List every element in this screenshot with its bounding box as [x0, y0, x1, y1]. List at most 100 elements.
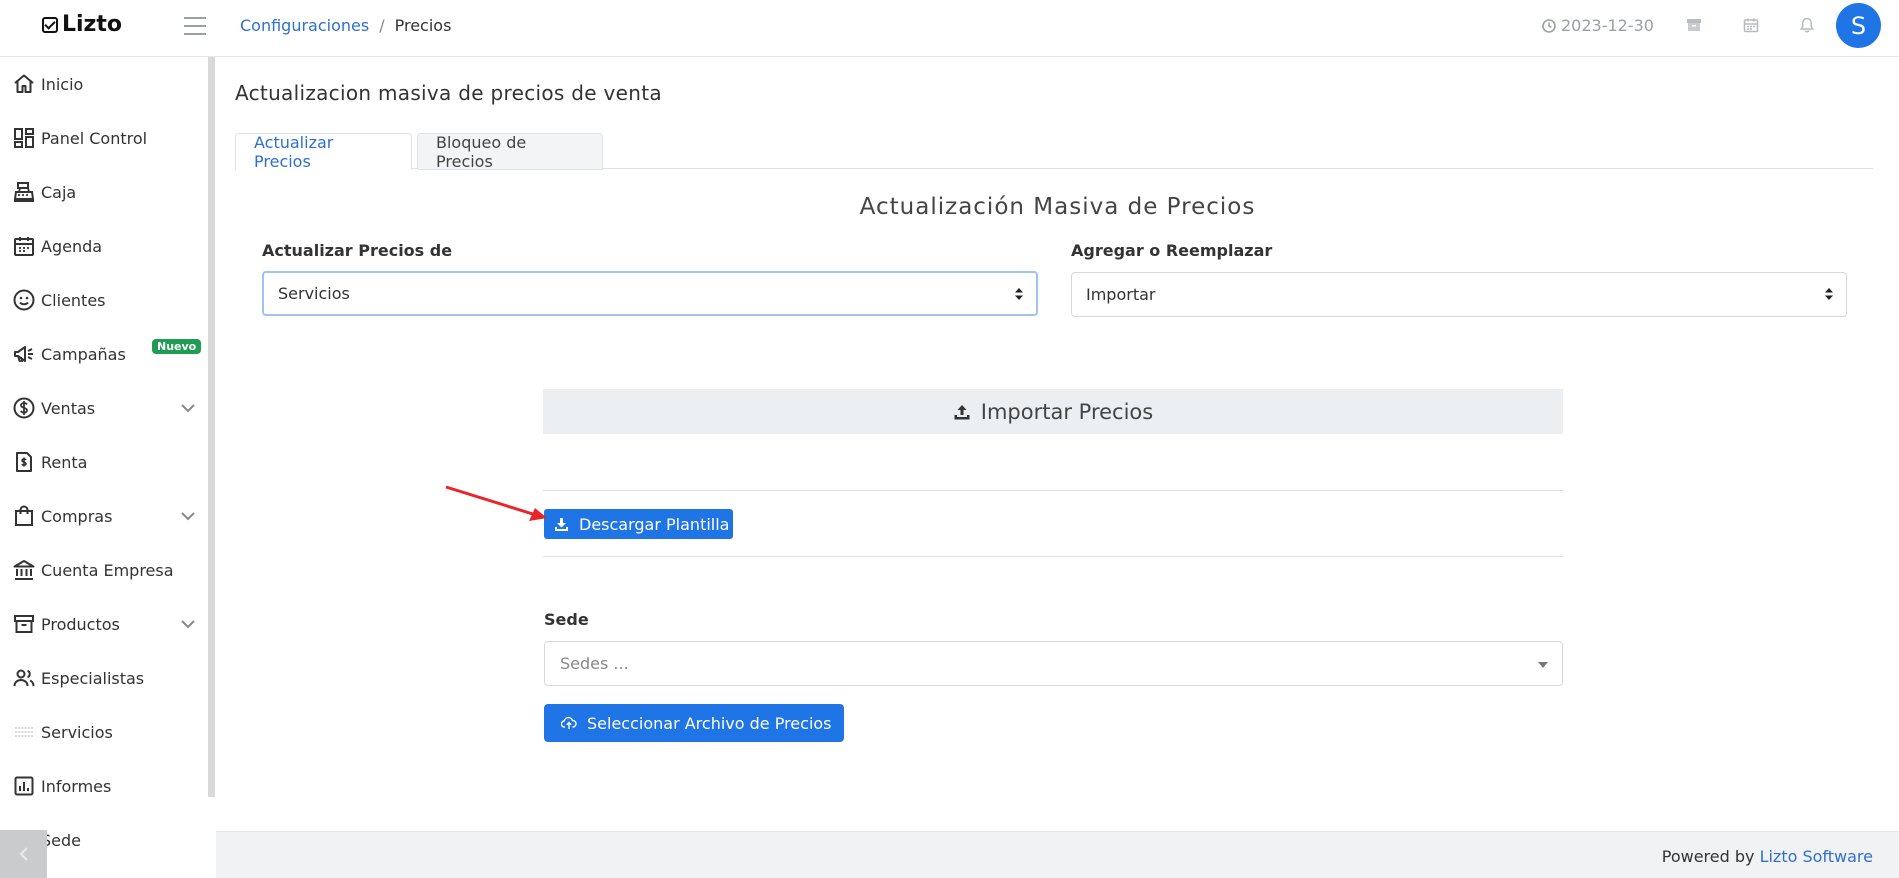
sidebar-collapse-button[interactable]: [0, 830, 47, 878]
sidebar: Inicio Panel Control Caja Agenda Cliente…: [0, 57, 210, 878]
bar-chart-icon: [14, 776, 34, 796]
sidebar-item-panel-control[interactable]: Panel Control: [0, 118, 205, 158]
chevron-down-icon[interactable]: [180, 400, 196, 416]
download-template-label: Descargar Plantilla: [579, 514, 730, 534]
sidebar-item-label: Ventas: [41, 398, 96, 418]
cash-register-icon: [13, 182, 35, 202]
footer-brand-link[interactable]: Lizto Software: [1760, 847, 1873, 866]
sidebar-item-label: Clientes: [41, 290, 106, 310]
sidebar-item-ventas[interactable]: Ventas: [0, 388, 205, 428]
receipt-icon: [16, 452, 32, 472]
footer-prefix: Powered by: [1661, 847, 1755, 866]
archive-box-icon: [14, 615, 34, 633]
breadcrumb: Configuraciones / Precios: [240, 16, 451, 35]
section-title: Actualización Masiva de Precios: [859, 194, 1256, 220]
update-prices-of-value: Servicios: [278, 284, 350, 303]
tab-bloqueo-de-precios[interactable]: Bloqueo de Precios: [417, 133, 603, 171]
tab-bar: Actualizar Precios Bloqueo de Precios: [235, 133, 1873, 171]
add-or-replace-value: Importar: [1086, 285, 1156, 304]
smiley-icon: [13, 289, 35, 311]
sidebar-item-label: Compras: [41, 506, 113, 526]
sidebar-item-label: Especialistas: [41, 668, 145, 688]
breadcrumb-separator: /: [379, 16, 385, 35]
update-prices-of-select[interactable]: Servicios: [262, 271, 1038, 316]
sidebar-item-especialistas[interactable]: Especialistas: [0, 658, 205, 698]
megaphone-icon: [14, 346, 33, 362]
chevron-left-icon: [18, 847, 28, 861]
sidebar-item-agenda[interactable]: Agenda: [0, 226, 205, 266]
sede-label: Sede: [544, 610, 589, 629]
list-icon: [15, 727, 33, 737]
calendar-icon[interactable]: [1742, 16, 1760, 34]
chevron-down-icon[interactable]: [180, 508, 196, 524]
current-date: 2023-12-30: [1542, 16, 1654, 35]
add-or-replace-select[interactable]: Importar: [1071, 272, 1847, 317]
calendar-icon: [14, 237, 34, 256]
breadcrumb-parent-link[interactable]: Configuraciones: [240, 16, 369, 35]
annotation-arrow-icon: [445, 485, 547, 521]
select-arrows-icon: [1015, 288, 1023, 300]
sede-placeholder: Sedes ...: [560, 654, 629, 673]
bank-icon: [13, 560, 35, 580]
sidebar-item-clientes[interactable]: Clientes: [0, 280, 205, 320]
sidebar-item-inicio[interactable]: Inicio: [0, 64, 205, 104]
app-name: Lizto: [62, 12, 122, 37]
footer: Powered by Lizto Software: [216, 831, 1899, 878]
archive-icon[interactable]: [1685, 16, 1703, 34]
cloud-upload-icon: [561, 716, 577, 729]
sidebar-item-label: Sede: [41, 830, 81, 850]
select-prices-file-label: Seleccionar Archivo de Precios: [587, 713, 832, 733]
home-icon: [14, 74, 34, 93]
dashboard-icon: [14, 128, 34, 148]
check-square-icon: [42, 16, 58, 33]
chevron-down-icon[interactable]: [180, 616, 196, 632]
dollar-circle-icon: [13, 397, 35, 419]
sidebar-item-label: Cuenta Empresa: [41, 560, 174, 580]
sidebar-item-label: Informes: [41, 776, 112, 796]
download-icon: [555, 517, 568, 531]
update-prices-of-label: Actualizar Precios de: [262, 241, 453, 260]
sidebar-item-compras[interactable]: Compras: [0, 496, 205, 536]
select-arrows-icon: [1825, 288, 1833, 300]
add-or-replace-label: Agregar o Reemplazar: [1071, 241, 1273, 260]
sidebar-item-caja[interactable]: Caja: [0, 172, 205, 212]
breadcrumb-current: Precios: [394, 16, 452, 35]
upload-icon: [954, 404, 970, 419]
sidebar-item-label: Inicio: [41, 74, 84, 94]
bell-icon[interactable]: [1798, 16, 1816, 34]
sidebar-item-productos[interactable]: Productos: [0, 604, 205, 644]
divider: [543, 490, 1563, 491]
clock-icon: [1542, 18, 1556, 33]
caret-down-icon: [1538, 662, 1548, 668]
sidebar-item-label: Panel Control: [41, 128, 148, 148]
download-template-button[interactable]: Descargar Plantilla: [544, 509, 733, 539]
sede-select[interactable]: Sedes ...: [544, 641, 1563, 686]
tab-actualizar-precios[interactable]: Actualizar Precios: [235, 133, 412, 171]
sidebar-item-label: Agenda: [41, 236, 103, 256]
sidebar-item-servicios[interactable]: Servicios: [0, 712, 205, 752]
new-badge: Nuevo: [152, 339, 202, 354]
import-prices-header: Importar Precios: [543, 389, 1563, 434]
sidebar-item-label: Renta: [41, 452, 88, 472]
footer-credit: Powered by Lizto Software: [1662, 847, 1873, 866]
import-prices-title: Importar Precios: [980, 399, 1154, 424]
current-date-text: 2023-12-30: [1561, 16, 1654, 35]
sidebar-item-label: Campañas: [41, 344, 126, 364]
sidebar-item-renta[interactable]: Renta: [0, 442, 205, 482]
sidebar-item-label: Productos: [41, 614, 120, 634]
top-bar: Lizto Configuraciones / Precios 2023-12-…: [0, 0, 1899, 57]
users-icon: [13, 669, 35, 687]
user-avatar[interactable]: S: [1836, 3, 1881, 48]
sidebar-item-campanas[interactable]: Campañas Nuevo: [0, 334, 205, 374]
shopping-bag-icon: [15, 505, 33, 526]
menu-toggle-icon[interactable]: [184, 17, 206, 35]
divider: [543, 556, 1563, 557]
sidebar-item-label: Caja: [41, 182, 77, 202]
sidebar-item-cuenta-empresa[interactable]: Cuenta Empresa: [0, 550, 205, 590]
select-prices-file-button[interactable]: Seleccionar Archivo de Precios: [544, 704, 844, 742]
sidebar-item-label: Servicios: [41, 722, 113, 742]
sidebar-item-informes[interactable]: Informes: [0, 766, 205, 806]
app-logo[interactable]: Lizto: [42, 12, 122, 37]
sidebar-scrollbar[interactable]: [208, 57, 215, 797]
page-title: Actualizacion masiva de precios de venta: [235, 81, 662, 105]
